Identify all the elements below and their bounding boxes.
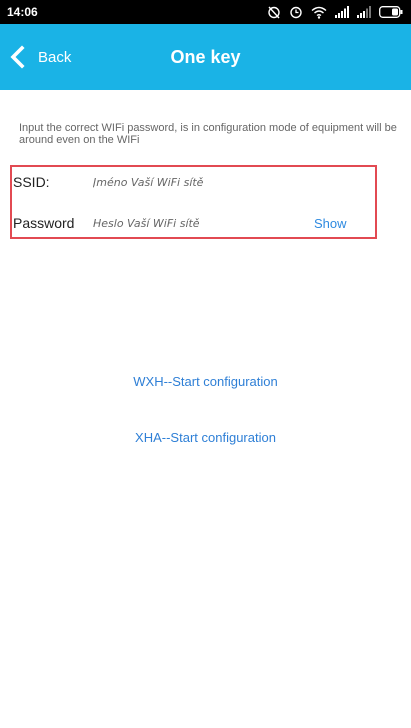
status-bar: 14:06: [0, 0, 411, 24]
show-password-button[interactable]: Show: [314, 216, 347, 231]
alarm-icon: [290, 6, 302, 19]
password-row: Password Show: [12, 208, 375, 238]
password-input[interactable]: [93, 212, 313, 234]
wxh-start-configuration-button[interactable]: WXH--Start configuration: [0, 374, 411, 389]
app-bar: Back One key: [0, 24, 411, 90]
wifi-form: SSID: Password Show: [10, 165, 377, 239]
back-label: Back: [38, 48, 72, 66]
xha-start-configuration-button[interactable]: XHA--Start configuration: [0, 430, 411, 445]
instruction-text: Input the correct WIFi password, is in c…: [19, 122, 397, 146]
battery-icon: [379, 6, 403, 18]
signal-icon: [335, 6, 349, 18]
signal-weak-icon: [357, 6, 371, 18]
ssid-label: SSID:: [13, 174, 50, 190]
wifi-icon: [311, 6, 327, 19]
status-time: 14:06: [7, 5, 38, 19]
ssid-input[interactable]: [93, 171, 313, 193]
chevron-left-icon: [10, 45, 25, 69]
password-label: Password: [13, 215, 75, 231]
ssid-row: SSID:: [12, 167, 375, 197]
alarm-off-icon: [268, 6, 280, 19]
back-button[interactable]: Back: [6, 24, 71, 90]
status-icons: [267, 5, 403, 19]
